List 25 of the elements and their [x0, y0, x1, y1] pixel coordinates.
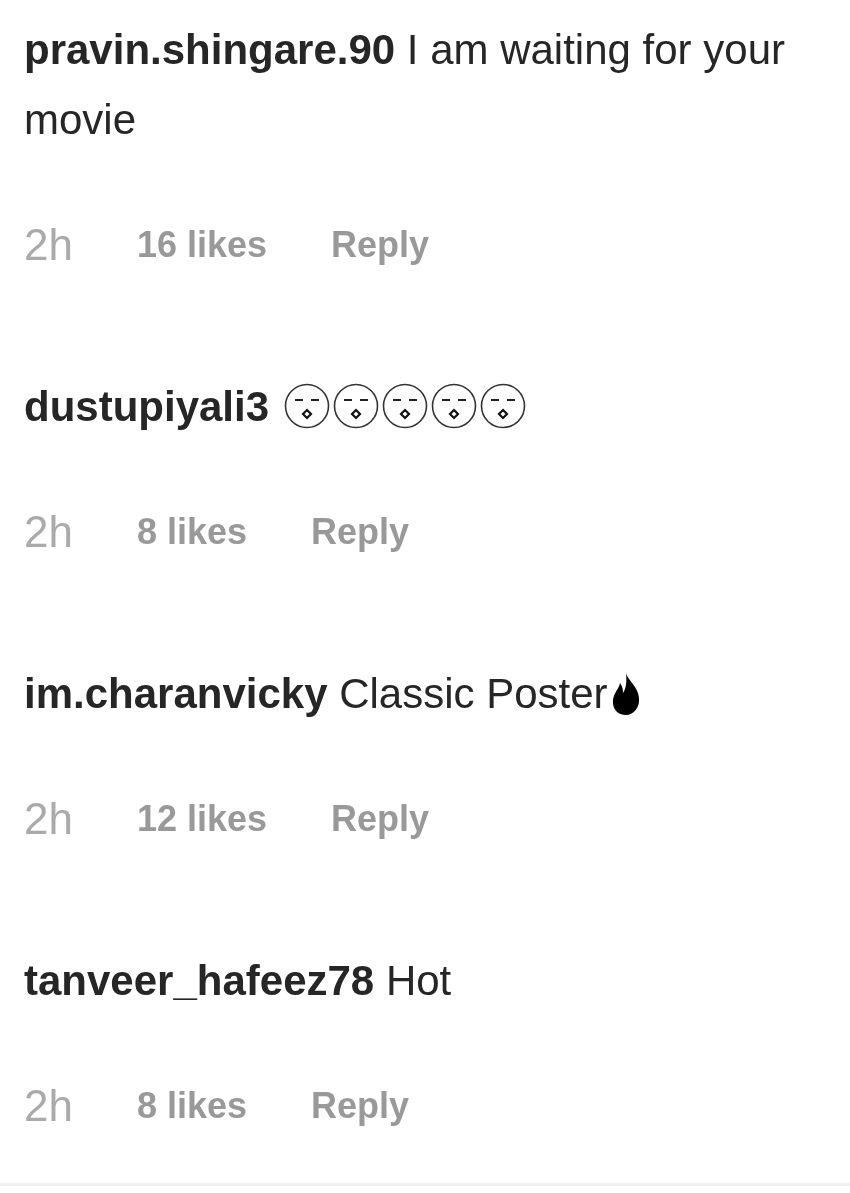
comment-text: tanveer_hafeez78 Hot	[24, 956, 453, 1006]
like-count[interactable]: 8 likes	[136, 1085, 248, 1127]
reply-button[interactable]: Reply	[331, 798, 430, 840]
reply-button[interactable]: Reply	[311, 1085, 410, 1127]
username[interactable]: pravin.shingare.90	[24, 26, 396, 73]
hushed-face-icon	[430, 383, 477, 429]
comment-text: im.charanvicky Classic Poster	[24, 659, 794, 729]
comment-text: pravin.shingare.90 I am waiting for your movie	[24, 25, 786, 145]
hushed-face-icon	[381, 383, 428, 429]
hushed-face-icon	[332, 383, 379, 429]
hushed-face-icon	[283, 383, 330, 429]
comment-time: 2h	[24, 794, 73, 844]
comment-time: 2h	[24, 220, 73, 270]
reply-button[interactable]: Reply	[311, 511, 410, 553]
username[interactable]: tanveer_hafeez78	[24, 957, 375, 1004]
like-count[interactable]: 12 likes	[136, 798, 268, 840]
username[interactable]: im.charanvicky	[24, 670, 328, 717]
flame-icon	[610, 672, 641, 716]
like-count[interactable]: 16 likes	[136, 224, 268, 266]
reply-button[interactable]: Reply	[331, 224, 430, 266]
username[interactable]: dustupiyali3	[24, 383, 270, 430]
comment-time: 2h	[24, 1081, 73, 1131]
like-count[interactable]: 8 likes	[136, 511, 248, 553]
comment-time: 2h	[24, 507, 73, 557]
hushed-face-icon	[479, 383, 526, 429]
